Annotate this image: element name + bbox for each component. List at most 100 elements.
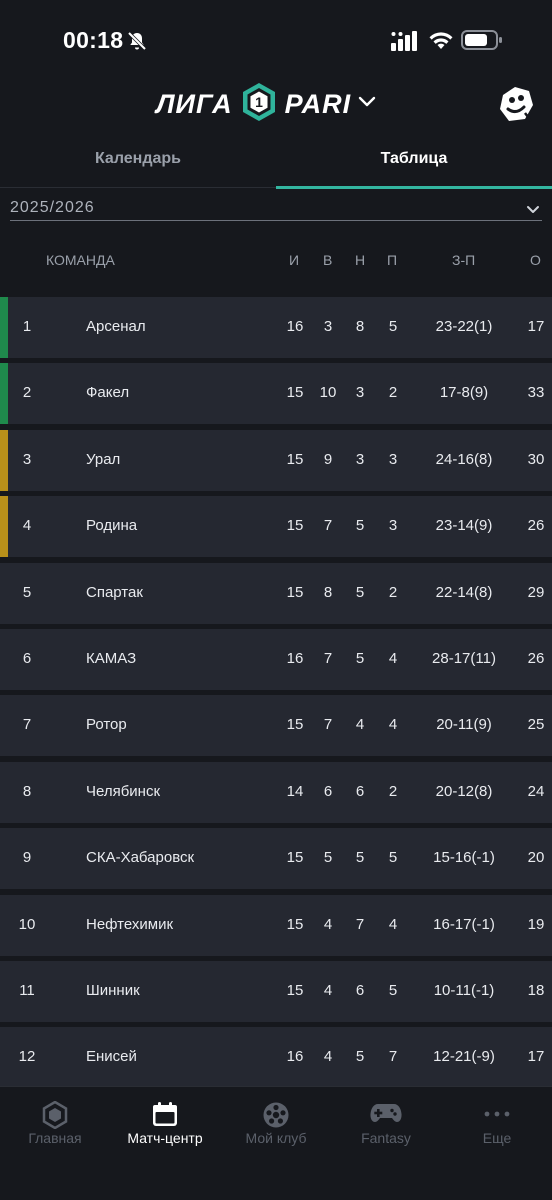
table-row[interactable]: 5 Спартак 15 8 5 2 22-14(8) 29	[0, 563, 552, 624]
calendar-icon	[110, 1101, 220, 1127]
row-goals: 15-16(-1)	[433, 849, 495, 866]
row-team-name: Нефтехимик	[86, 916, 174, 933]
wifi-icon	[428, 29, 454, 56]
row-position: 8	[22, 783, 32, 800]
row-played: 15	[286, 716, 304, 733]
zone-indicator	[0, 496, 8, 557]
row-lost: 2	[388, 584, 398, 601]
row-drawn: 5	[355, 650, 365, 667]
row-points: 18	[527, 982, 545, 999]
table-row[interactable]: 3 Урал 15 9 3 3 24-16(8) 30	[0, 430, 552, 491]
row-goals: 16-17(-1)	[433, 916, 495, 933]
table-row[interactable]: 7 Ротор 15 7 4 4 20-11(9) 25	[0, 695, 552, 756]
row-points: 17	[527, 318, 545, 335]
nav-fantasy[interactable]: Fantasy	[331, 1087, 441, 1157]
row-team-name: Челябинск	[86, 783, 161, 800]
row-played: 15	[286, 849, 304, 866]
football-icon	[221, 1101, 331, 1129]
row-position: 2	[22, 384, 32, 401]
row-position: 10	[18, 916, 36, 933]
zone-indicator	[0, 363, 8, 424]
row-lost: 5	[388, 318, 398, 335]
svg-text:1: 1	[255, 94, 263, 110]
table-row[interactable]: 12 Енисей 16 4 5 7 12-21(-9) 17	[0, 1027, 552, 1088]
row-won: 4	[323, 916, 333, 933]
row-drawn: 6	[355, 982, 365, 999]
tab-calendar[interactable]: Календарь	[0, 130, 276, 188]
row-goals: 24-16(8)	[435, 451, 493, 468]
row-team-name: Урал	[86, 451, 121, 468]
tab-table[interactable]: Таблица	[276, 130, 552, 189]
row-played: 14	[286, 783, 304, 800]
row-points: 17	[527, 1048, 545, 1065]
app-header: ЛИГА 1 PARI	[0, 80, 552, 130]
row-position: 5	[22, 584, 32, 601]
season-select[interactable]: 2025/2026	[10, 196, 542, 221]
table-row[interactable]: 4 Родина 15 7 5 3 23-14(9) 26	[0, 496, 552, 557]
row-played: 15	[286, 384, 304, 401]
row-points: 29	[527, 584, 545, 601]
row-team-name: КАМАЗ	[86, 650, 137, 667]
row-drawn: 3	[355, 451, 365, 468]
row-position: 1	[22, 318, 32, 335]
row-played: 15	[286, 584, 304, 601]
table-row[interactable]: 2 Факел 15 10 3 2 17-8(9) 33	[0, 363, 552, 424]
row-points: 24	[527, 783, 545, 800]
column-played: И	[289, 252, 300, 268]
nav-more[interactable]: Еще	[442, 1087, 552, 1157]
standings-header: КОМАНДА И В Н П З-П О	[0, 240, 552, 284]
table-row[interactable]: 8 Челябинск 14 6 6 2 20-12(8) 24	[0, 762, 552, 823]
row-position: 3	[22, 451, 32, 468]
row-team-name: Факел	[86, 384, 130, 401]
row-drawn: 5	[355, 584, 365, 601]
row-position: 7	[22, 716, 32, 733]
column-drawn: Н	[355, 252, 366, 268]
row-goals: 17-8(9)	[439, 384, 489, 401]
row-goals: 10-11(-1)	[433, 982, 495, 999]
row-lost: 4	[388, 716, 398, 733]
row-drawn: 6	[355, 783, 365, 800]
row-team-name: Спартак	[86, 584, 143, 601]
chevron-down-icon	[357, 95, 377, 114]
bottom-nav: Главная Матч-центр Мой клуб Fantasy Еще	[0, 1086, 552, 1200]
row-won: 7	[323, 517, 333, 534]
row-drawn: 4	[355, 716, 365, 733]
row-won: 6	[323, 783, 333, 800]
nav-home[interactable]: Главная	[0, 1087, 110, 1157]
row-points: 26	[527, 517, 545, 534]
row-position: 11	[19, 982, 35, 999]
table-row[interactable]: 1 Арсенал 16 3 8 5 23-22(1) 17	[0, 297, 552, 358]
row-position: 4	[22, 517, 32, 534]
row-lost: 2	[388, 783, 398, 800]
column-lost: П	[387, 252, 398, 268]
row-played: 16	[286, 318, 304, 335]
nav-match-center[interactable]: Матч-центр	[110, 1087, 220, 1157]
row-won: 5	[323, 849, 333, 866]
column-points: О	[530, 252, 541, 268]
season-value: 2025/2026	[10, 199, 95, 216]
row-team-name: Енисей	[86, 1048, 137, 1065]
row-won: 7	[323, 716, 333, 733]
row-team-name: Ротор	[86, 716, 127, 733]
table-row[interactable]: 9 СКА-Хабаровск 15 5 5 5 15-16(-1) 20	[0, 828, 552, 889]
row-played: 15	[286, 916, 304, 933]
nav-my-club[interactable]: Мой клуб	[221, 1087, 331, 1157]
row-goals: 23-14(9)	[435, 517, 493, 534]
row-drawn: 3	[355, 384, 365, 401]
row-points: 26	[527, 650, 545, 667]
league-selector[interactable]: ЛИГА 1 PARI	[156, 82, 377, 126]
row-played: 15	[286, 451, 304, 468]
row-drawn: 8	[355, 318, 365, 335]
row-drawn: 5	[355, 1048, 365, 1065]
table-row[interactable]: 10 Нефтехимик 15 4 7 4 16-17(-1) 19	[0, 895, 552, 956]
row-points: 33	[527, 384, 545, 401]
row-position: 9	[22, 849, 32, 866]
table-row[interactable]: 11 Шинник 15 4 6 5 10-11(-1) 18	[0, 961, 552, 1022]
mascot-profile-icon[interactable]	[495, 83, 537, 130]
battery-icon	[461, 29, 503, 56]
table-row[interactable]: 6 КАМАЗ 16 7 5 4 28-17(11) 26	[0, 629, 552, 690]
row-goals: 20-12(8)	[435, 783, 493, 800]
league-badge-icon: 1	[241, 82, 277, 127]
zone-indicator	[0, 430, 8, 491]
brand-right-text: PARI	[284, 88, 352, 119]
